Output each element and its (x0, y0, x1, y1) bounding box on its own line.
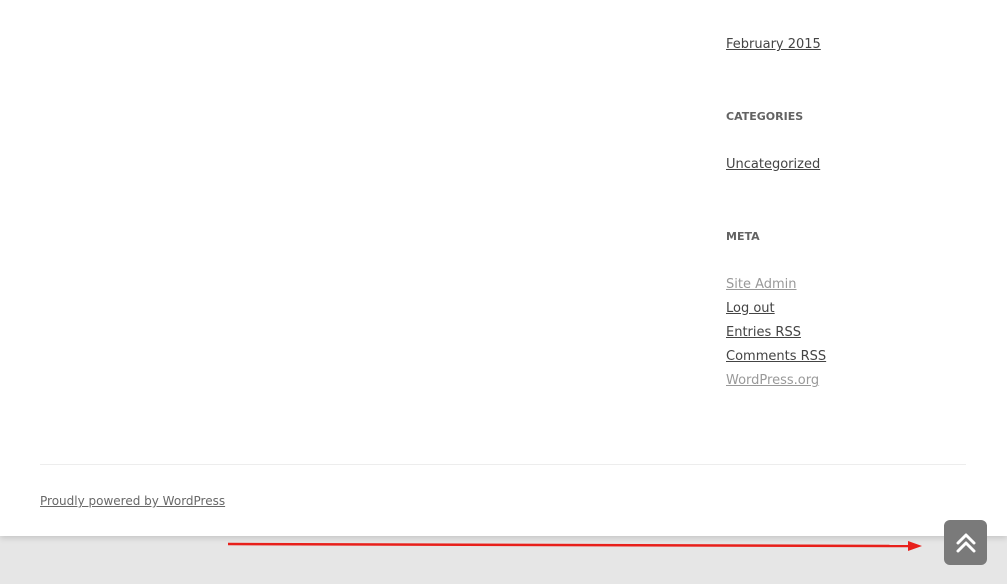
page-content: February 2015 CATEGORIES Uncategorized M… (0, 0, 1007, 536)
meta-link-wordpress-org[interactable]: WordPress.org (726, 373, 819, 389)
double-chevron-up-icon (956, 533, 975, 552)
meta-link-site-admin[interactable]: Site Admin (726, 277, 797, 293)
categories-widget-title: CATEGORIES (726, 110, 804, 123)
meta-link-log-out[interactable]: Log out (726, 301, 775, 317)
footer-credit-link[interactable]: Proudly powered by WordPress (40, 494, 225, 508)
meta-widget-title: META (726, 230, 760, 243)
meta-link-comments-rss[interactable]: Comments RSS (726, 349, 826, 365)
category-link-uncategorized[interactable]: Uncategorized (726, 157, 820, 173)
archive-link-february-2015[interactable]: February 2015 (726, 37, 821, 53)
meta-link-entries-rss[interactable]: Entries RSS (726, 325, 801, 341)
annotation-arrow (228, 541, 922, 551)
footer-divider (40, 464, 966, 465)
scroll-to-top-button[interactable] (944, 520, 987, 565)
